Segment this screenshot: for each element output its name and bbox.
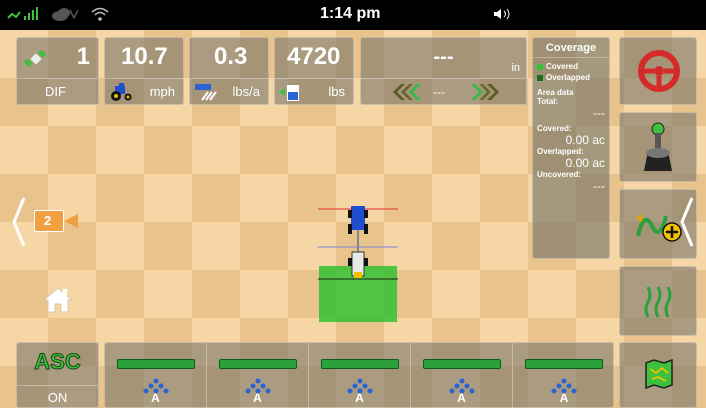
guidance-offset: --- [433, 85, 445, 99]
legend-swatch-overlapped [537, 74, 543, 81]
clock: 1:14 pm [320, 5, 381, 22]
asc-state-row: ON [17, 385, 98, 407]
path-plus-icon [636, 214, 682, 242]
left-panel-handle[interactable] [11, 196, 27, 248]
guidance-tile[interactable]: --- in --- [360, 37, 527, 105]
gps-mode-row: DIF [17, 78, 98, 104]
section-2[interactable]: A [207, 343, 309, 408]
guidance-offset-row: --- [361, 78, 526, 104]
heat-icon [644, 286, 672, 318]
gps-tile[interactable]: 1 DIF [16, 37, 99, 105]
signal-icon [7, 7, 38, 20]
cloud-icon [52, 8, 79, 21]
legend-overlapped: Overlapped [537, 73, 605, 82]
section-1-bar [117, 359, 195, 369]
asc-state: ON [47, 390, 68, 405]
vehicle-view [318, 206, 398, 322]
weight-unit: lbs [328, 84, 345, 99]
weight-value: 4720 [287, 43, 341, 70]
camera-number: 2 [44, 213, 52, 228]
gps-satellite-count: 1 [76, 43, 90, 70]
steering-wheel-icon [638, 50, 680, 92]
tractor-icon [348, 206, 368, 234]
area-data-heading: Area data [537, 88, 574, 97]
covered-label: Covered: [537, 124, 572, 133]
section-4-mode: A [457, 391, 466, 405]
weight-tile[interactable]: 4720 lbs [274, 37, 354, 105]
legend-covered-label: Covered [546, 62, 579, 71]
section-3-mode: A [355, 391, 364, 405]
legend-overlapped-label: Overlapped [546, 73, 591, 82]
speed-tile[interactable]: 10.7 mph [104, 37, 184, 105]
section-control-bar: A A A A A [104, 342, 614, 408]
section-5-bar [525, 359, 603, 369]
status-icons [6, 6, 110, 22]
steering-button[interactable] [619, 37, 697, 105]
left-arrows-icon [393, 84, 421, 100]
uncovered-value: --- [593, 179, 605, 193]
speed-unit-row: mph [105, 78, 183, 104]
camera-button[interactable]: 2 [34, 210, 86, 232]
covered-value: 0.00 ac [565, 133, 605, 147]
legend-swatch-covered [537, 63, 543, 70]
uncovered-label: Uncovered: [537, 170, 582, 179]
total-value: --- [593, 106, 605, 120]
gps-mode: DIF [45, 84, 66, 99]
status-bar: 1:14 pm [0, 0, 706, 30]
heat-button[interactable] [619, 266, 697, 336]
wifi-icon [91, 7, 109, 21]
joystick-button[interactable] [619, 112, 697, 182]
map-button[interactable] [619, 342, 697, 408]
guidance-unit: in [511, 62, 520, 74]
section-1[interactable]: A [105, 343, 207, 408]
legend-covered: Covered [537, 62, 605, 71]
camera-lens-icon [64, 214, 78, 228]
volume-icon[interactable] [493, 8, 515, 23]
rate-value: 0.3 [214, 43, 248, 70]
section-5-mode: A [559, 391, 569, 405]
rate-unit: lbs/a [232, 84, 260, 99]
asc-button[interactable]: ASC ON [16, 342, 99, 408]
asc-label: ASC [34, 349, 81, 375]
coverage-panel: Coverage Covered Overlapped Area data To… [532, 37, 610, 259]
section-3[interactable]: A [309, 343, 411, 408]
section-2-bar [219, 359, 297, 369]
guidance-value: --- [433, 46, 454, 68]
satellite-icon [23, 49, 47, 67]
speed-value: 10.7 [121, 43, 168, 70]
rate-tile[interactable]: 0.3 lbs/a [189, 37, 269, 105]
tractor-icon [111, 83, 132, 101]
right-panel-handle[interactable] [678, 196, 694, 248]
speed-unit: mph [149, 84, 175, 99]
overlapped-label: Overlapped: [537, 147, 584, 156]
right-arrows-icon [471, 84, 499, 100]
total-label: Total: [537, 97, 559, 106]
section-5[interactable]: A [513, 343, 615, 408]
joystick-icon [644, 122, 672, 171]
tank-icon [279, 85, 299, 101]
section-3-bar [321, 359, 399, 369]
overlapped-value: 0.00 ac [565, 156, 605, 170]
section-4[interactable]: A [411, 343, 513, 408]
section-2-mode: A [253, 391, 262, 405]
rate-unit-row: lbs/a [190, 78, 268, 104]
spreader-icon [195, 84, 217, 101]
map-icon [645, 359, 673, 389]
coverage-title: Coverage [533, 38, 609, 58]
section-4-bar [423, 359, 501, 369]
weight-unit-row: lbs [275, 78, 353, 104]
section-1-mode: A [151, 391, 160, 405]
home-icon[interactable] [42, 286, 74, 314]
